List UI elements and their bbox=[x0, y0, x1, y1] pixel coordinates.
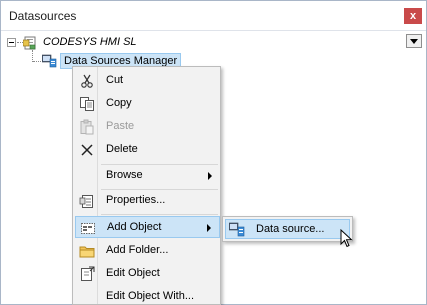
menu-item-label: Edit Object With... bbox=[106, 290, 195, 302]
menu-item-add-folder[interactable]: Add Folder... bbox=[75, 240, 220, 262]
menu-item-edit-object[interactable]: Edit Object bbox=[75, 263, 220, 285]
panel-dropdown-button[interactable] bbox=[406, 34, 422, 48]
menu-item-label: Copy bbox=[106, 97, 132, 109]
menu-item-properties[interactable]: Properties... bbox=[75, 190, 220, 212]
menu-item-label: Properties... bbox=[106, 194, 166, 206]
paste-icon bbox=[80, 119, 94, 135]
menu-item-label: Paste bbox=[106, 120, 135, 132]
context-menu: Cut Copy Paste Delete Browse Properties.… bbox=[72, 66, 221, 305]
menu-item-label: Cut bbox=[106, 74, 124, 86]
data-sources-manager-icon bbox=[42, 54, 57, 68]
menu-item-add-object[interactable]: Add Object bbox=[75, 216, 220, 238]
data-source-icon bbox=[229, 222, 245, 237]
menu-item-browse[interactable]: Browse bbox=[75, 165, 220, 187]
project-icon bbox=[23, 36, 36, 50]
properties-icon bbox=[79, 195, 93, 208]
menu-item-label: Delete bbox=[106, 143, 138, 155]
menu-item-cut[interactable]: Cut bbox=[75, 70, 220, 92]
menu-item-edit-object-with[interactable]: Edit Object With... bbox=[75, 286, 220, 305]
folder-icon bbox=[79, 246, 95, 258]
scissors-icon bbox=[81, 74, 93, 88]
edit-object-icon bbox=[81, 266, 95, 281]
menu-item-delete[interactable]: Delete bbox=[75, 139, 220, 161]
add-object-icon bbox=[81, 223, 95, 234]
submenu-item-label: Data source... bbox=[256, 223, 325, 235]
menu-item-paste[interactable]: Paste bbox=[75, 116, 220, 138]
tree-root-label[interactable]: CODESYS HMI SL bbox=[43, 36, 137, 48]
menu-item-label: Browse bbox=[106, 169, 143, 181]
menu-item-label: Add Object bbox=[107, 221, 162, 233]
delete-icon bbox=[81, 144, 93, 156]
menu-item-copy[interactable]: Copy bbox=[75, 93, 220, 115]
panel-title: Datasources bbox=[9, 9, 77, 23]
menu-item-label: Edit Object bbox=[106, 267, 160, 279]
submenu-arrow-icon bbox=[207, 224, 211, 232]
panel-titlebar: Datasources x bbox=[1, 1, 426, 31]
add-object-submenu: Data source... bbox=[222, 216, 353, 242]
mouse-pointer-icon bbox=[340, 229, 353, 248]
tree-connector bbox=[33, 61, 41, 62]
menu-item-label: Add Folder... bbox=[106, 244, 169, 256]
menu-separator bbox=[101, 214, 218, 215]
collapse-expander-icon[interactable] bbox=[7, 38, 16, 47]
close-button[interactable]: x bbox=[404, 8, 422, 24]
copy-icon bbox=[80, 97, 94, 111]
submenu-arrow-icon bbox=[208, 172, 212, 180]
